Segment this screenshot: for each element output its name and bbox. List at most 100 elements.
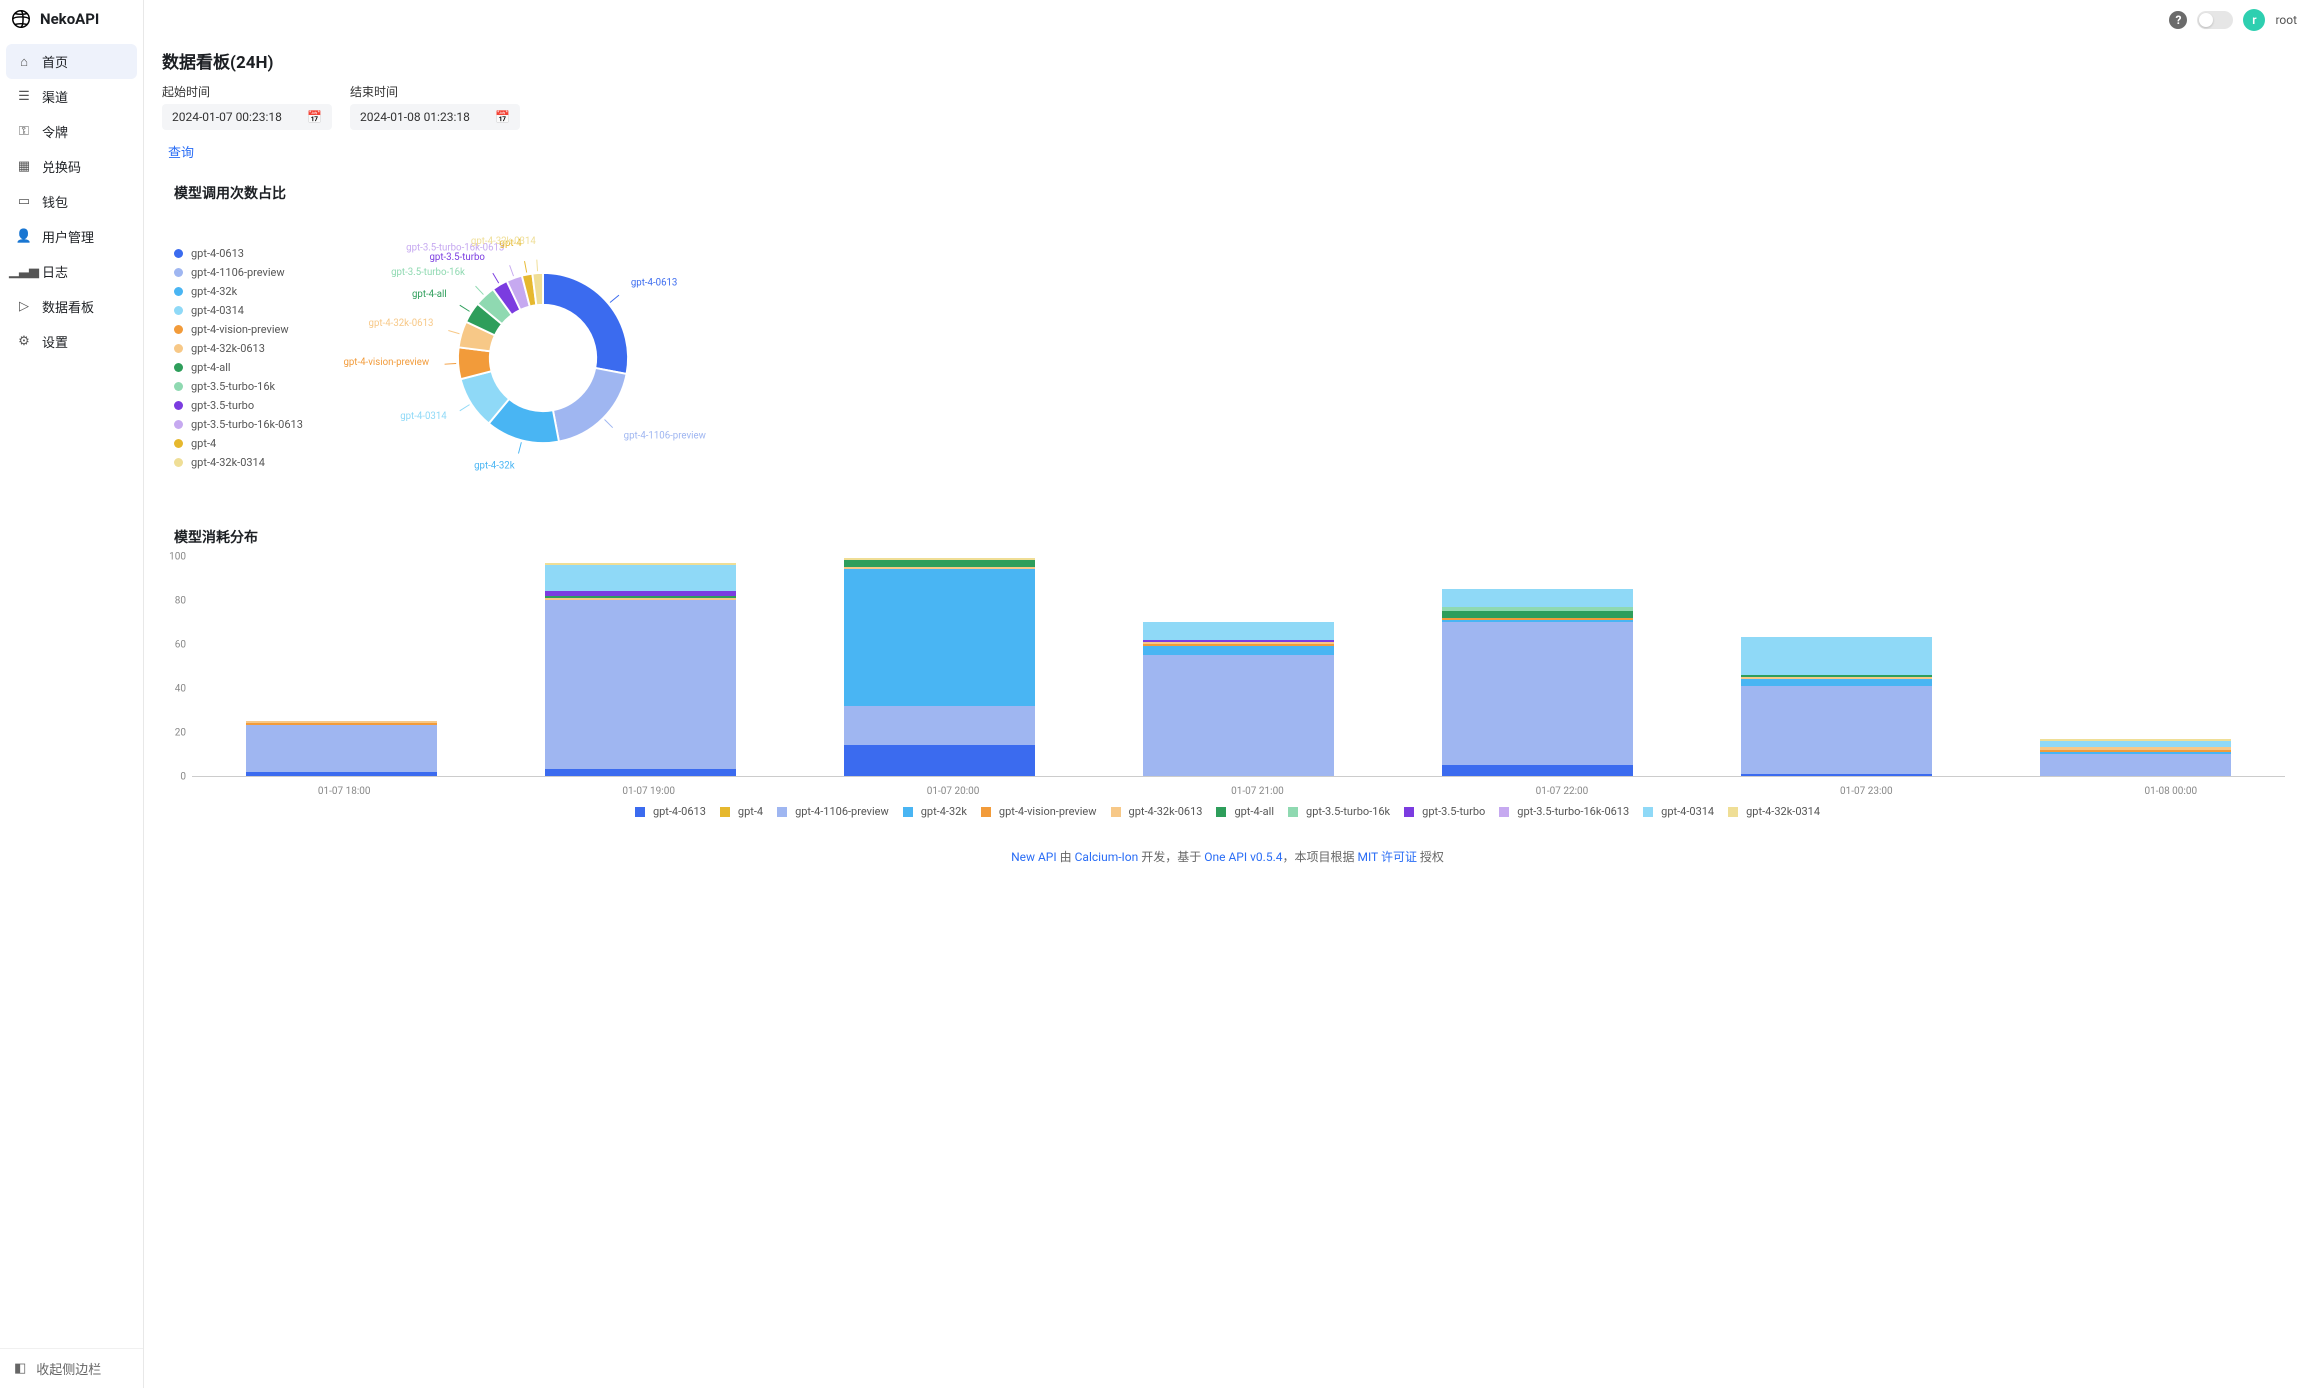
- bar-legend-item[interactable]: gpt-4-vision-preview: [981, 805, 1097, 818]
- collapse-icon: ◧: [14, 1361, 26, 1376]
- sidebar-item-gift[interactable]: ▦兑换码: [6, 149, 137, 184]
- donut-slice[interactable]: [543, 273, 628, 374]
- bar-column[interactable]: [545, 563, 736, 776]
- bar-legend-item[interactable]: gpt-3.5-turbo-16k: [1288, 805, 1390, 818]
- legend-swatch: [1111, 807, 1121, 817]
- main: ? r root 数据看板(24H) 起始时间 2024-01-07 00:23…: [144, 0, 2311, 1388]
- legend-swatch: [1728, 807, 1738, 817]
- legend-label: gpt-4-all: [1234, 805, 1274, 818]
- bar-legend-item[interactable]: gpt-4-0314: [1643, 805, 1714, 818]
- sidebar-item-bars[interactable]: ▁▃▅日志: [6, 254, 137, 289]
- bar-segment: [1442, 622, 1633, 765]
- bar-column[interactable]: [2040, 739, 2231, 776]
- help-icon[interactable]: ?: [2169, 11, 2187, 29]
- bar-segment: [1741, 637, 1932, 674]
- legend-label: gpt-4-32k-0314: [1746, 805, 1820, 818]
- bar-legend-item[interactable]: gpt-4-32k-0613: [1111, 805, 1203, 818]
- sidebar-item-home[interactable]: ⌂ 首页: [6, 44, 137, 79]
- legend-label: gpt-4-32k-0613: [191, 342, 265, 355]
- legend-item[interactable]: gpt-4-1106-preview: [174, 266, 303, 279]
- bar-legend-item[interactable]: gpt-4-1106-preview: [777, 805, 889, 818]
- query-button[interactable]: 查询: [162, 138, 200, 165]
- legend-item[interactable]: gpt-4-0613: [174, 247, 303, 260]
- legend-item[interactable]: gpt-3.5-turbo-16k-0613: [174, 418, 303, 431]
- bar-segment: [246, 725, 437, 771]
- legend-swatch: [981, 807, 991, 817]
- content: 数据看板(24H) 起始时间 2024-01-07 00:23:18 📅 结束时…: [144, 40, 2311, 905]
- bar-column[interactable]: [246, 721, 437, 776]
- sidebar-item-play[interactable]: ▷数据看板: [6, 289, 137, 324]
- start-label: 起始时间: [162, 83, 332, 100]
- bar-segment: [1741, 774, 1932, 776]
- footer-link-newapi[interactable]: New API: [1011, 850, 1057, 864]
- collapse-sidebar[interactable]: ◧ 收起侧边栏: [0, 1348, 143, 1388]
- user-icon: 👤: [16, 229, 32, 245]
- sidebar-item-wallet[interactable]: ▭钱包: [6, 184, 137, 219]
- slice-label: gpt-4-0314: [400, 411, 447, 422]
- logo-icon: [10, 8, 32, 30]
- home-icon: ⌂: [16, 54, 32, 70]
- bar-column[interactable]: [844, 558, 1035, 776]
- legend-item[interactable]: gpt-4-32k-0613: [174, 342, 303, 355]
- legend-item[interactable]: gpt-4-32k: [174, 285, 303, 298]
- bar-legend-item[interactable]: gpt-4-32k-0314: [1728, 805, 1820, 818]
- legend-dot: [174, 249, 183, 258]
- slice-label: gpt-4-vision-preview: [343, 357, 429, 368]
- bar-column[interactable]: [1741, 637, 1932, 776]
- bar-legend-item[interactable]: gpt-4-32k: [903, 805, 967, 818]
- bar-column[interactable]: [1143, 622, 1334, 776]
- calendar-icon: 📅: [495, 110, 510, 124]
- bar-segment: [2040, 754, 2231, 776]
- gift-icon: ▦: [16, 159, 32, 175]
- bar-legend-item[interactable]: gpt-4-all: [1216, 805, 1274, 818]
- avatar[interactable]: r: [2243, 9, 2265, 31]
- legend-item[interactable]: gpt-4-all: [174, 361, 303, 374]
- start-time-input[interactable]: 2024-01-07 00:23:18 📅: [162, 104, 332, 130]
- footer-link-mit[interactable]: MIT 许可证: [1357, 850, 1416, 864]
- legend-dot: [174, 325, 183, 334]
- bar-legend-item[interactable]: gpt-4: [720, 805, 763, 818]
- legend-item[interactable]: gpt-3.5-turbo: [174, 399, 303, 412]
- bar-card: 模型消耗分布 020406080100 01-07 18:0001-07 19:…: [162, 527, 2293, 818]
- sidebar-item-label: 首页: [42, 52, 68, 71]
- bar-segment: [2040, 741, 2231, 748]
- donut-slice[interactable]: [553, 368, 627, 442]
- y-tick: 100: [169, 552, 186, 563]
- bar-legend-item[interactable]: gpt-4-0613: [635, 805, 706, 818]
- legend-item[interactable]: gpt-4: [174, 437, 303, 450]
- end-time-input[interactable]: 2024-01-08 01:23:18 📅: [350, 104, 520, 130]
- sidebar-item-gear[interactable]: ⚙设置: [6, 324, 137, 359]
- legend-label: gpt-3.5-turbo-16k: [1306, 805, 1390, 818]
- legend-label: gpt-4-32k-0314: [191, 456, 265, 469]
- donut-area: gpt-4-0613 gpt-4-1106-preview gpt-4-32k gpt…: [162, 213, 2293, 503]
- x-tick: 01-07 19:00: [622, 786, 675, 797]
- sidebar-item-user[interactable]: 👤用户管理: [6, 219, 137, 254]
- sidebar-item-label: 钱包: [42, 192, 68, 211]
- theme-toggle[interactable]: [2197, 11, 2233, 29]
- bar-legend: gpt-4-0613 gpt-4 gpt-4-1106-preview gpt-4-3…: [162, 805, 2293, 818]
- y-tick: 20: [175, 728, 186, 739]
- sidebar-item-key[interactable]: ⚿令牌: [6, 114, 137, 149]
- slice-label: gpt-4-32k-0314: [471, 236, 536, 247]
- footer-link-author[interactable]: Calcium-Ion: [1075, 850, 1139, 864]
- legend-dot: [174, 458, 183, 467]
- footer-link-oneapi[interactable]: One API v0.5.4: [1204, 850, 1282, 864]
- x-tick: 01-08 00:00: [2144, 786, 2197, 797]
- legend-item[interactable]: gpt-4-32k-0314: [174, 456, 303, 469]
- bar-column[interactable]: [1442, 589, 1633, 776]
- bar-legend-item[interactable]: gpt-3.5-turbo: [1404, 805, 1485, 818]
- start-value: 2024-01-07 00:23:18: [172, 110, 282, 124]
- legend-label: gpt-4-vision-preview: [191, 323, 289, 336]
- footer: New API 由 Calcium-Ion 开发，基于 One API v0.5…: [162, 818, 2293, 875]
- bar-legend-item[interactable]: gpt-3.5-turbo-16k-0613: [1499, 805, 1629, 818]
- legend-dot: [174, 401, 183, 410]
- sidebar-item-label: 渠道: [42, 87, 68, 106]
- legend-item[interactable]: gpt-3.5-turbo-16k: [174, 380, 303, 393]
- sidebar-item-layers[interactable]: ☰渠道: [6, 79, 137, 114]
- legend-item[interactable]: gpt-4-0314: [174, 304, 303, 317]
- calendar-icon: 📅: [307, 110, 322, 124]
- legend-swatch: [777, 807, 787, 817]
- legend-label: gpt-3.5-turbo: [1422, 805, 1485, 818]
- legend-item[interactable]: gpt-4-vision-preview: [174, 323, 303, 336]
- y-tick: 80: [175, 596, 186, 607]
